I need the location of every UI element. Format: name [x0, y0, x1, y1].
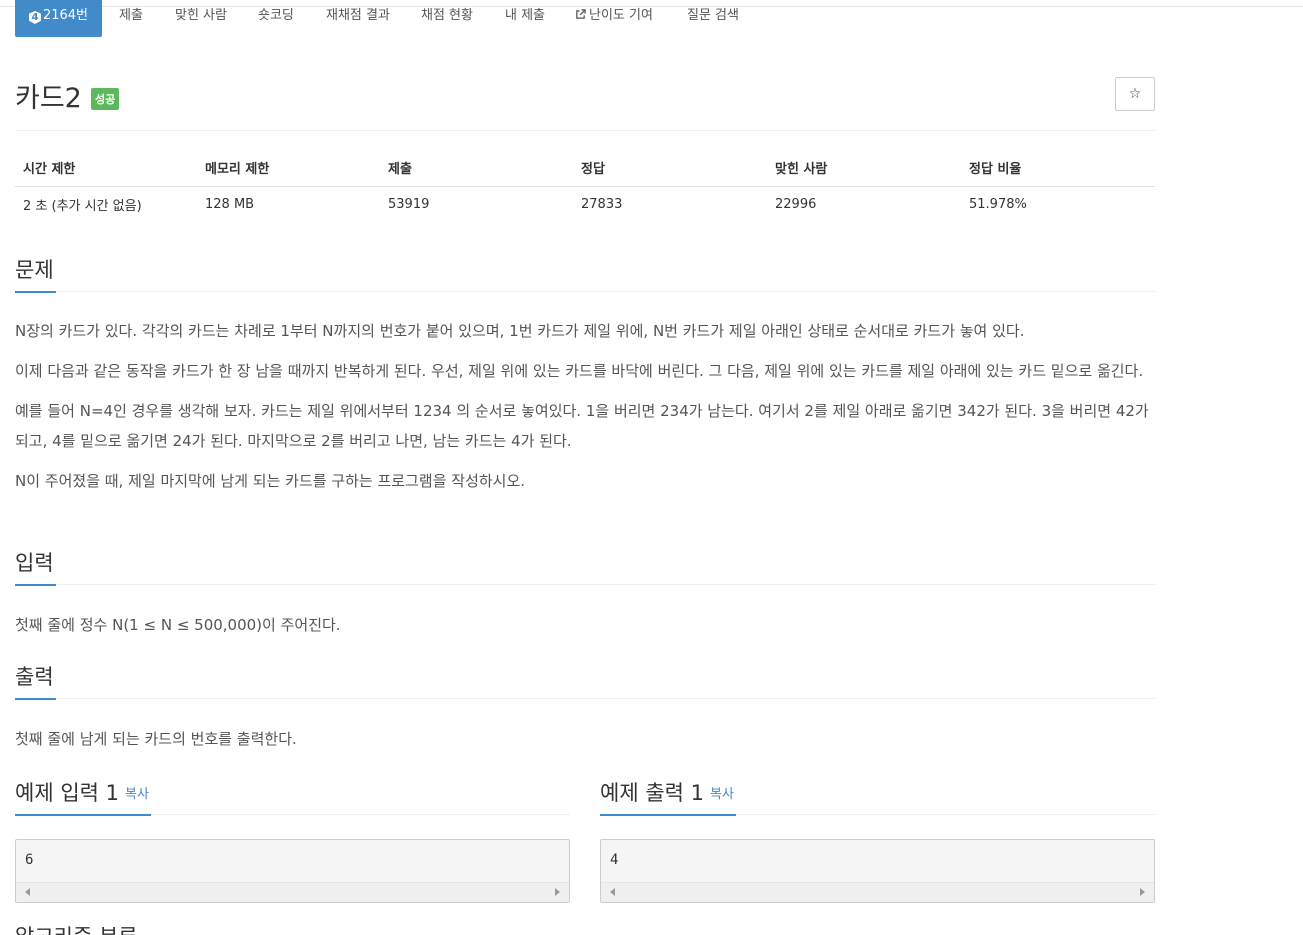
- tab-questions[interactable]: 질문 검색: [687, 0, 739, 37]
- description-paragraph: N이 주어졌을 때, 제일 마지막에 남게 되는 카드를 구하는 프로그램을 작…: [15, 472, 526, 490]
- horizontal-scrollbar[interactable]: [601, 882, 1154, 902]
- tab-problem-label: 2164번: [42, 8, 89, 23]
- tab-rejudge[interactable]: 재채점 결과: [326, 0, 390, 37]
- value-submissions: 53919: [388, 196, 430, 212]
- value-ratio: 51.978%: [969, 196, 1027, 212]
- tab-difficulty-vote[interactable]: 난이도 기여: [575, 0, 653, 37]
- copy-sample-output-link[interactable]: 복사: [710, 787, 734, 802]
- section-header: 입력: [15, 545, 1155, 586]
- tab-shortcoding[interactable]: 숏코딩: [258, 0, 294, 37]
- output-body: 첫째 줄에 남게 되는 카드의 번호를 출력한다.: [15, 730, 297, 748]
- tab-status[interactable]: 채점 현황: [421, 0, 473, 37]
- section-description: 문제 N장의 카드가 있다. 각각의 카드는 차례로 1부터 N까지의 번호가 …: [15, 252, 1155, 506]
- info-header-row: 시간 제한 메모리 제한 제출 정답 맞힌 사람 정답 비율: [15, 150, 1155, 187]
- section-title-description: 문제: [15, 253, 56, 293]
- header-submissions: 제출: [380, 150, 573, 187]
- tier-badge-icon: 4: [28, 11, 41, 24]
- info-value-row: 2 초 (추가 시간 없음) 128 MB 53919 27833 22996 …: [15, 186, 1155, 222]
- sample-output-box[interactable]: 4: [600, 839, 1155, 903]
- section-title-input: 입력: [15, 546, 56, 586]
- problem-title: 카드2: [15, 83, 82, 114]
- scroll-left-icon[interactable]: [610, 888, 615, 896]
- sample-input-title-text: 예제 입력 1: [15, 781, 119, 805]
- tab-submit[interactable]: 제출: [119, 0, 143, 37]
- sample-input-value: 6: [25, 852, 34, 868]
- tab-my-submissions[interactable]: 내 제출: [505, 0, 545, 37]
- favorite-button[interactable]: ☆: [1115, 77, 1155, 111]
- header-memory-limit: 메모리 제한: [197, 150, 380, 187]
- value-time-limit: 2 초 (추가 시간 없음): [23, 198, 142, 214]
- problem-title-area: 카드2 성공: [15, 76, 120, 116]
- page: 4 2164번 제출 맞힌 사람 숏코딩 재채점 결과 채점 현황 내 제출 난이…: [0, 0, 1303, 935]
- title-divider: [15, 130, 1155, 131]
- tab-status-correct[interactable]: 맞힌 사람: [175, 0, 227, 37]
- sample-output-title-text: 예제 출력 1: [600, 781, 704, 805]
- section-header: 예제 입력 1 복사: [15, 775, 570, 816]
- header-solvers: 맞힌 사람: [767, 150, 961, 187]
- section-sample-input: 예제 입력 1 복사: [15, 775, 570, 816]
- section-header: 문제: [15, 252, 1155, 293]
- problem-info-table: 시간 제한 메모리 제한 제출 정답 맞힌 사람 정답 비율 2 초 (추가 시…: [15, 150, 1155, 222]
- section-input: 입력 첫째 줄에 정수 N(1 ≤ N ≤ 500,000)이 주어진다.: [15, 545, 1155, 640]
- star-icon: ☆: [1128, 86, 1142, 102]
- description-paragraph: 예를 들어 N=4인 경우를 생각해 보자. 카드는 제일 위에서부터 1234…: [15, 402, 1149, 450]
- section-header: 출력: [15, 659, 1155, 700]
- tab-difficulty-vote-label: 난이도 기여: [589, 8, 653, 23]
- sample-output-value: 4: [610, 852, 619, 868]
- scroll-left-icon[interactable]: [25, 888, 30, 896]
- header-accepted: 정답: [573, 150, 767, 187]
- sample-input-title: 예제 입력 1 복사: [15, 776, 151, 816]
- algorithm-title-partial-text: 알고리즘 분류: [15, 922, 315, 935]
- value-memory-limit: 128 MB: [205, 196, 255, 212]
- section-output: 출력 첫째 줄에 남게 되는 카드의 번호를 출력한다.: [15, 659, 1155, 754]
- input-body: 첫째 줄에 정수 N(1 ≤ N ≤ 500,000)이 주어진다.: [15, 616, 341, 634]
- section-title-output: 출력: [15, 660, 56, 700]
- section-title-algorithm-partial: 알고리즘 분류: [15, 922, 315, 935]
- section-header: 예제 출력 1 복사: [600, 775, 1155, 816]
- horizontal-scrollbar[interactable]: [16, 882, 569, 902]
- external-link-icon: [576, 9, 586, 19]
- copy-sample-input-link[interactable]: 복사: [125, 787, 149, 802]
- description-body: N장의 카드가 있다. 각각의 카드는 차례로 1부터 N까지의 번호가 붙어 …: [15, 316, 1155, 496]
- description-paragraph: 이제 다음과 같은 동작을 카드가 한 장 남을 때까지 반복하게 된다. 우선…: [15, 362, 1144, 380]
- scroll-right-icon[interactable]: [1140, 888, 1145, 896]
- header-time-limit: 시간 제한: [15, 150, 197, 187]
- problem-nav: 4 2164번 제출 맞힌 사람 숏코딩 재채점 결과 채점 현황 내 제출 난이…: [15, 0, 1155, 37]
- sample-output-title: 예제 출력 1 복사: [600, 776, 736, 816]
- value-accepted: 27833: [581, 196, 623, 212]
- sample-input-box[interactable]: 6: [15, 839, 570, 903]
- status-badge: 성공: [90, 87, 120, 110]
- header-ratio: 정답 비율: [961, 150, 1155, 187]
- value-solvers: 22996: [775, 196, 817, 212]
- scroll-right-icon[interactable]: [555, 888, 560, 896]
- section-sample-output: 예제 출력 1 복사: [600, 775, 1155, 816]
- description-paragraph: N장의 카드가 있다. 각각의 카드는 차례로 1부터 N까지의 번호가 붙어 …: [15, 322, 1025, 340]
- tab-problem[interactable]: 4 2164번: [15, 0, 102, 37]
